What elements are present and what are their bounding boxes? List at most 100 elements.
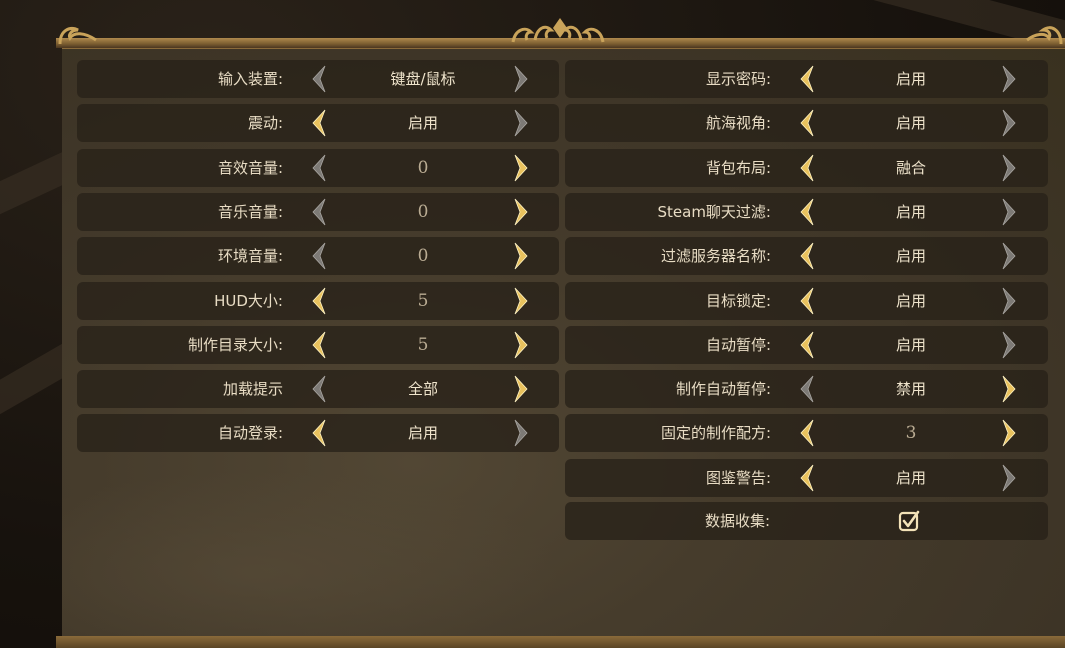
setting-label: 固定的制作配方: [660,424,771,443]
arrow-left-icon[interactable] [307,374,329,404]
arrow-left-icon[interactable] [795,286,817,316]
arrow-left-icon[interactable] [307,153,329,183]
setting-label: 过滤服务器名称: [660,247,771,266]
setting-label: 制作目录大小: [187,335,283,354]
arrow-right-icon[interactable] [511,241,533,271]
setting-value: 5 [417,334,429,355]
arrow-left-icon[interactable] [795,153,817,183]
arrow-right-icon[interactable] [511,197,533,227]
setting-value: 启用 [895,291,926,310]
setting-row: 输入装置: 键盘/鼠标 [77,60,559,98]
setting-label: Steam聊天过滤: [657,202,772,221]
setting-row: 航海视角: 启用 [565,104,1048,143]
frame-corner-ornament-left [58,27,97,45]
setting-value: 启用 [895,114,926,133]
setting-row: 自动暂停: 启用 [565,325,1048,364]
arrow-left-icon[interactable] [795,374,817,404]
arrow-left-icon[interactable] [795,108,817,138]
arrow-left-icon[interactable] [795,197,817,227]
arrow-left-icon[interactable] [307,286,329,316]
arrow-right-icon[interactable] [511,286,533,316]
setting-label: 显示密码: [705,70,771,88]
setting-value: 启用 [895,202,926,221]
arrow-left-icon[interactable] [307,330,329,360]
arrow-right-icon[interactable] [999,463,1021,493]
frame-center-ornament [511,18,605,43]
setting-value: 键盘/鼠标 [390,70,456,88]
arrow-left-icon[interactable] [307,64,329,94]
setting-row: 音效音量: 0 [77,148,559,187]
arrow-right-icon[interactable] [511,108,533,138]
arrow-right-icon[interactable] [511,374,533,404]
setting-row: 自动登录: 启用 [77,414,559,453]
setting-value: 融合 [895,158,926,177]
setting-label: 背包布局: [705,158,771,177]
setting-label: 音乐音量: [217,202,283,221]
setting-row: 制作自动暂停: 禁用 [565,370,1048,409]
setting-value: 启用 [407,114,438,133]
setting-label: 目标锁定: [705,291,771,310]
setting-row: 显示密码: 启用 [565,60,1048,98]
arrow-right-icon[interactable] [999,286,1021,316]
setting-row-data-collection: 数据收集: [565,502,1048,540]
arrow-right-icon[interactable] [511,418,533,448]
setting-row: 图鉴警告: 启用 [565,458,1048,497]
setting-value: 启用 [407,424,438,443]
arrow-left-icon[interactable] [307,418,329,448]
arrow-right-icon[interactable] [999,64,1021,94]
setting-label: 自动登录: [217,424,283,443]
setting-label: 制作自动暂停: [675,380,771,399]
setting-row: Steam聊天过滤: 启用 [565,192,1048,231]
checkbox-checked-icon[interactable] [898,510,920,532]
setting-label: 环境音量: [217,247,283,266]
arrow-left-icon[interactable] [307,108,329,138]
setting-label: HUD大小: [214,291,283,310]
setting-label: 航海视角: [705,114,771,133]
arrow-left-icon[interactable] [795,64,817,94]
setting-value: 启用 [895,335,926,354]
setting-row: 音乐音量: 0 [77,192,559,231]
arrow-right-icon[interactable] [999,241,1021,271]
arrow-left-icon[interactable] [795,330,817,360]
setting-value: 0 [417,246,429,267]
arrow-right-icon[interactable] [511,330,533,360]
setting-row: 目标锁定: 启用 [565,281,1048,320]
setting-value: 3 [905,423,917,444]
setting-value: 全部 [407,380,438,399]
arrow-right-icon[interactable] [999,108,1021,138]
arrow-right-icon[interactable] [999,374,1021,404]
frame-bottom-border [56,636,1065,648]
setting-label: 震动: [247,114,283,133]
setting-row: 加载提示 全部 [77,370,559,409]
setting-value: 禁用 [895,380,926,399]
setting-label: 加载提示 [222,380,283,399]
arrow-left-icon[interactable] [795,418,817,448]
setting-row: 背包布局: 融合 [565,148,1048,187]
arrow-right-icon[interactable] [999,330,1021,360]
arrow-left-icon[interactable] [795,241,817,271]
setting-row: 过滤服务器名称: 启用 [565,237,1048,276]
frame-corner-ornament-right [1026,26,1063,45]
setting-row: 固定的制作配方: 3 [565,414,1048,453]
setting-value: 启用 [895,70,926,88]
setting-value: 0 [417,157,429,178]
arrow-left-icon[interactable] [307,241,329,271]
arrow-right-icon[interactable] [511,153,533,183]
arrow-right-icon[interactable] [511,64,533,94]
arrow-left-icon[interactable] [307,197,329,227]
setting-label: 图鉴警告: [705,468,771,487]
setting-value: 0 [417,201,429,222]
arrow-right-icon[interactable] [999,153,1021,183]
setting-row: 环境音量: 0 [77,237,559,276]
arrow-right-icon[interactable] [999,197,1021,227]
setting-value: 5 [417,290,429,311]
setting-label: 音效音量: [217,158,283,177]
setting-value: 启用 [895,247,926,266]
setting-value: 启用 [895,468,926,487]
arrow-right-icon[interactable] [999,418,1021,448]
setting-label: 自动暂停: [705,335,771,354]
setting-row: 制作目录大小: 5 [77,325,559,364]
setting-label: 输入装置: [217,70,283,88]
arrow-left-icon[interactable] [795,463,817,493]
setting-row: 震动: 启用 [77,104,559,143]
